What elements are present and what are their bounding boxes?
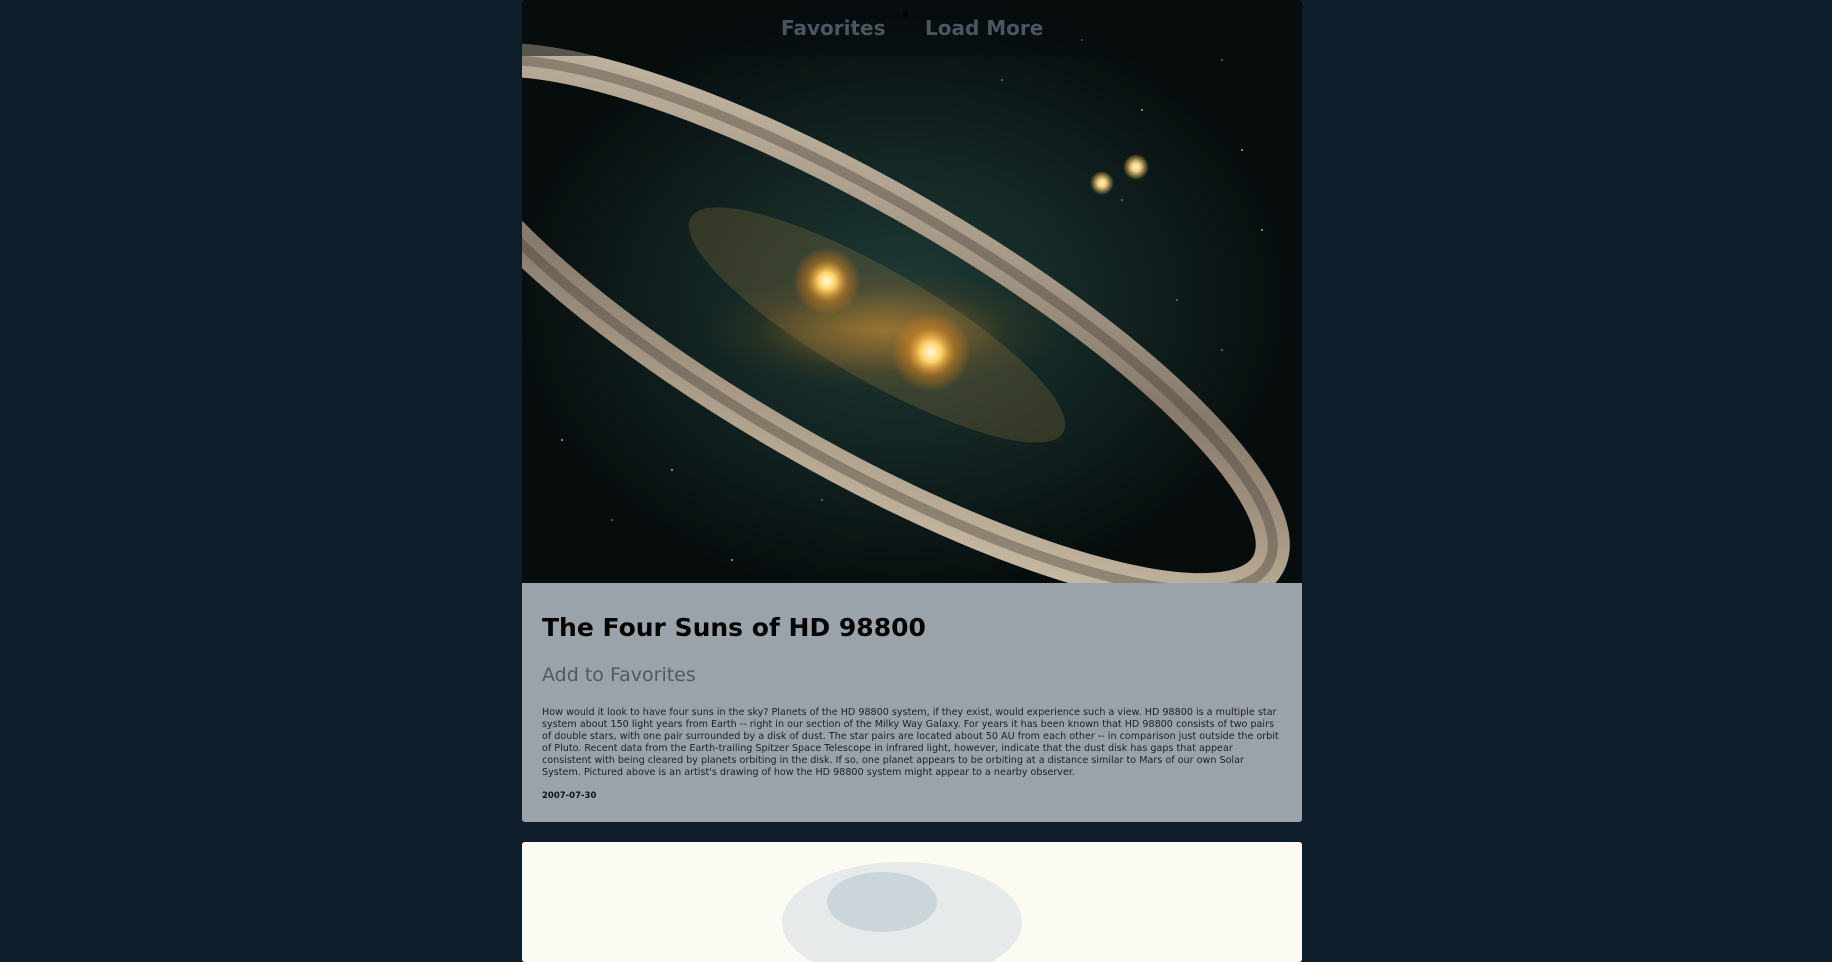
nav-separator-dot bbox=[903, 12, 908, 17]
next-post-image bbox=[522, 842, 1302, 962]
post-card: Favorites Load More The Four Suns of HD … bbox=[522, 0, 1302, 822]
post-explanation: How would it look to have four suns in t… bbox=[542, 707, 1279, 778]
top-nav: Favorites Load More bbox=[522, 0, 1302, 56]
four-suns-illustration bbox=[522, 39, 1290, 583]
post-image: Favorites Load More bbox=[522, 0, 1302, 583]
feed-column: Favorites Load More The Four Suns of HD … bbox=[522, 0, 1302, 962]
nav-load-more-link[interactable]: Load More bbox=[925, 16, 1043, 40]
post-card-next bbox=[522, 842, 1302, 962]
add-to-favorites-button[interactable]: Add to Favorites bbox=[542, 664, 696, 686]
post-title: The Four Suns of HD 98800 bbox=[542, 613, 926, 642]
post-date: 2007-07-30 bbox=[542, 791, 597, 801]
nav-favorites-link[interactable]: Favorites bbox=[781, 16, 886, 40]
